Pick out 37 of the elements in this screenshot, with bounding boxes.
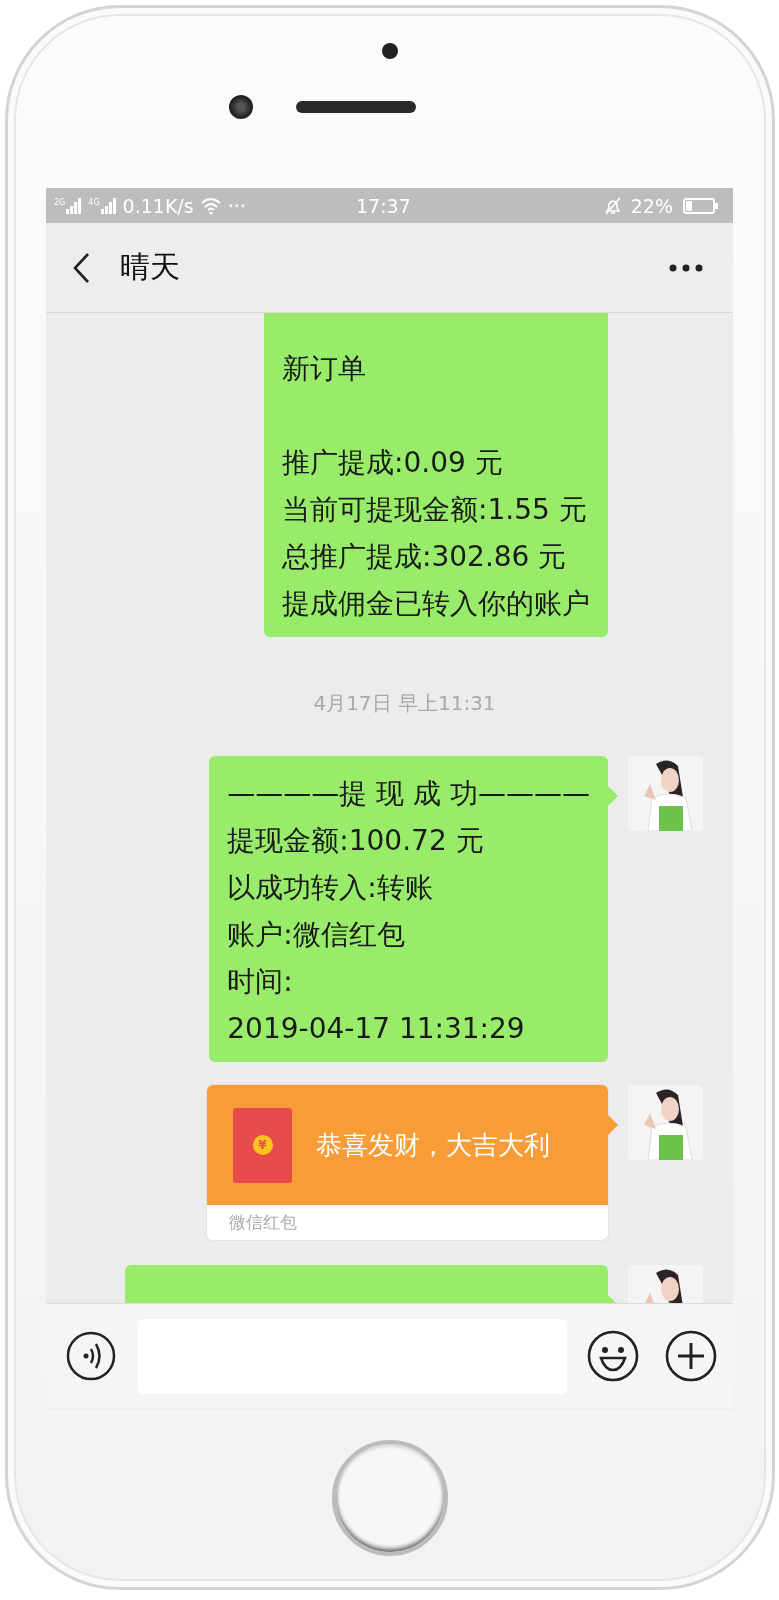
sensor-icon [382,43,398,59]
battery-percent: 22% [630,194,673,217]
message-text: 推广提成:0.09 元 [282,445,504,481]
message-text: 账户:微信红包 [227,917,406,953]
camera-icon [229,95,253,119]
plus-icon[interactable] [665,1330,717,1382]
clock: 17:37 [356,194,411,217]
signal-icon [100,197,117,214]
speaker-icon [296,101,416,113]
voice-icon[interactable] [66,1331,116,1381]
message-text: 时间: [227,964,294,1000]
network-speed: 0.11K/s [122,194,194,217]
more-indicator: ··· [227,194,246,217]
more-icon[interactable] [669,263,703,272]
battery-icon [683,196,719,215]
message-text: 提现金额:100.72 元 [227,823,485,859]
message-text: 以成功转入:转账 [227,870,434,906]
message-text: ————提 现 成 功———— [227,776,590,812]
wifi-icon [199,196,222,215]
packet-greeting: 恭喜发财，大吉大利 [316,1128,550,1162]
timestamp: 4月17日 早上11:31 [313,690,496,717]
bell-off-icon [602,195,623,216]
message-text: 新订单 [282,351,367,387]
signal-icon [66,197,83,214]
network-label: 2G [54,197,66,207]
back-icon[interactable] [72,251,90,284]
message-text: 提成佣金已转入你的账户 [282,586,590,622]
money-packet-card[interactable]: ¥ 恭喜发财，大吉大利 微信红包 [207,1085,608,1240]
network-label: 4G [88,197,100,207]
chat-title: 晴天 [120,248,181,286]
message-text: 当前可提现金额:1.55 元 [282,492,588,528]
message-text: 总推广提成:302.86 元 [282,539,568,575]
message-text: 2019-04-17 11:31:29 [227,1011,526,1047]
packet-label: 微信红包 [229,1211,297,1234]
coin-icon: ¥ [252,1135,273,1155]
emoji-icon[interactable] [587,1330,639,1382]
bubble-tail [608,1115,618,1135]
